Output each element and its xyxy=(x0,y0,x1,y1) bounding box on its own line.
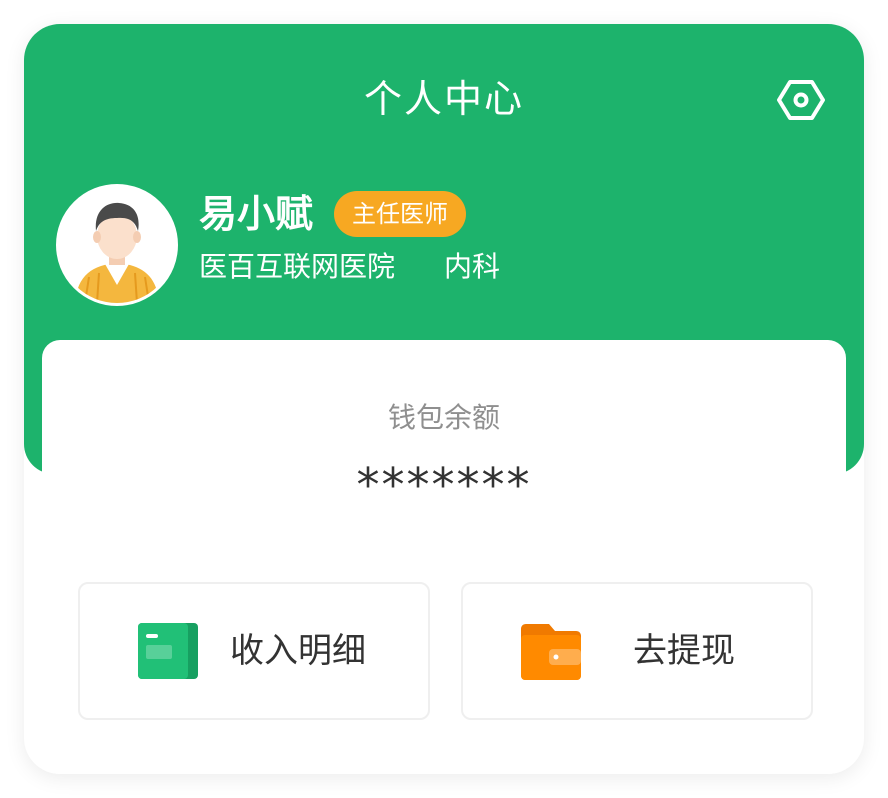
doctor-name: 易小赋 xyxy=(199,192,314,236)
profile-card: 个人中心 易小赋 主任医师 医百互联网医院 内科 钱包余额 ******* 收入… xyxy=(24,24,864,774)
page-title: 个人中心 xyxy=(363,77,524,121)
hospital-name: 医百互联网医院 xyxy=(199,250,396,283)
wallet-panel: 钱包余额 ******* 收入明细 去提现 xyxy=(42,340,846,774)
wallet-icon xyxy=(519,619,583,683)
withdraw-button[interactable]: 去提现 xyxy=(461,582,813,720)
title-badge: 主任医师 xyxy=(334,191,466,237)
settings-button[interactable] xyxy=(777,76,825,124)
income-details-button[interactable]: 收入明细 xyxy=(78,582,430,720)
settings-icon xyxy=(777,80,825,120)
income-folder-icon xyxy=(136,619,200,683)
doctor-avatar-icon xyxy=(59,187,175,303)
withdraw-label: 去提现 xyxy=(633,631,735,671)
wallet-balance-value: ******* xyxy=(356,458,532,512)
wallet-balance-label: 钱包余额 xyxy=(387,401,500,434)
avatar[interactable] xyxy=(56,184,178,306)
income-details-label: 收入明细 xyxy=(230,631,366,671)
department-name: 内科 xyxy=(444,250,501,283)
